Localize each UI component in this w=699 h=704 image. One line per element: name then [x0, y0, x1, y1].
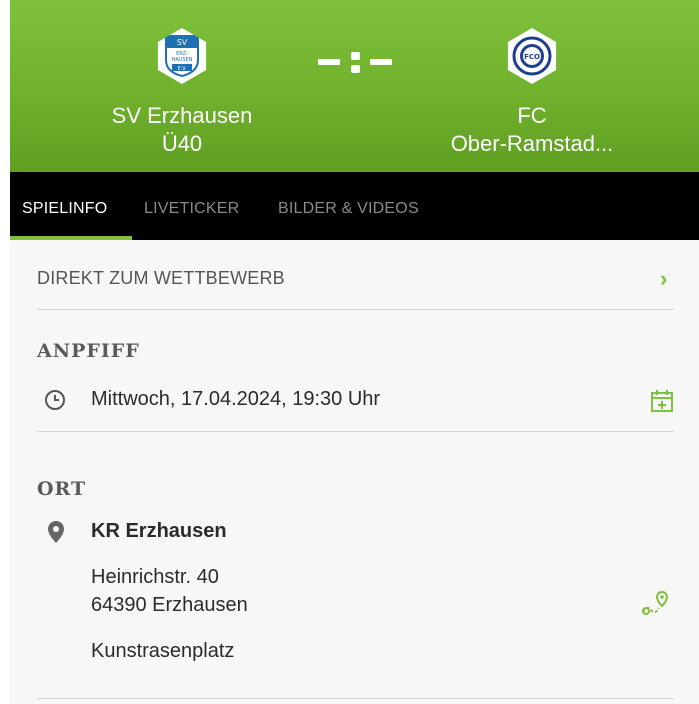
competition-link-label: DIREKT ZUM WETTBEWERB	[37, 268, 285, 288]
kickoff-section-title: ANPFIFF	[37, 340, 140, 362]
away-team[interactable]: FCO FC Ober-Ramstad...	[412, 28, 652, 158]
match-screen: SV ERZ- HAUSEN E.V. SV Erzhausen Ü40 FCO…	[10, 0, 699, 704]
venue-city: 64390 Erzhausen	[91, 594, 248, 616]
away-team-crest: FCO	[507, 28, 557, 84]
divider	[37, 431, 674, 432]
home-team-name-line2: Ü40	[161, 131, 203, 156]
home-crest-line4: E.V.	[177, 66, 187, 72]
divider	[37, 698, 674, 699]
venue-surface: Kunstrasenplatz	[91, 640, 235, 662]
divider	[37, 309, 674, 310]
venue-name: KR Erzhausen	[91, 520, 227, 542]
tab-bar: SPIELINFO LIVETICKER BILDER & VIDEOS	[10, 172, 699, 240]
venue-section-title: ORT	[37, 478, 87, 500]
away-crest-icon: FCO	[512, 36, 552, 76]
location-pin-icon	[47, 520, 65, 549]
clock-icon	[43, 388, 67, 417]
home-team-name-line1: SV Erzhausen	[111, 103, 253, 128]
home-crest-line1: SV	[177, 38, 188, 47]
home-crest-icon: SV ERZ- HAUSEN E.V.	[165, 35, 199, 78]
home-team[interactable]: SV ERZ- HAUSEN E.V. SV Erzhausen Ü40	[62, 28, 302, 158]
away-team-name-line1: FC	[517, 103, 547, 128]
tab-spielinfo[interactable]: SPIELINFO	[22, 200, 107, 218]
map-route-icon[interactable]	[640, 590, 670, 623]
tab-liveticker[interactable]: LIVETICKER	[144, 200, 239, 218]
competition-link[interactable]: DIREKT ZUM WETTBEWERB ›	[10, 240, 699, 310]
score-placeholder	[318, 48, 392, 74]
away-team-name-line2: Ober-Ramstad...	[450, 131, 614, 156]
home-team-crest: SV ERZ- HAUSEN E.V.	[157, 28, 207, 84]
tab-bilder-videos[interactable]: BILDER & VIDEOS	[278, 200, 419, 218]
calendar-add-icon[interactable]	[649, 388, 675, 419]
away-crest-text: FCO	[524, 53, 540, 61]
kickoff-datetime: Mittwoch, 17.04.2024, 19:30 Uhr	[91, 388, 381, 410]
chevron-right-icon: ›	[660, 266, 668, 291]
venue-street: Heinrichstr. 40	[91, 566, 219, 588]
home-crest-line3: HAUSEN	[172, 57, 193, 63]
match-header: SV ERZ- HAUSEN E.V. SV Erzhausen Ü40 FCO…	[10, 0, 699, 172]
